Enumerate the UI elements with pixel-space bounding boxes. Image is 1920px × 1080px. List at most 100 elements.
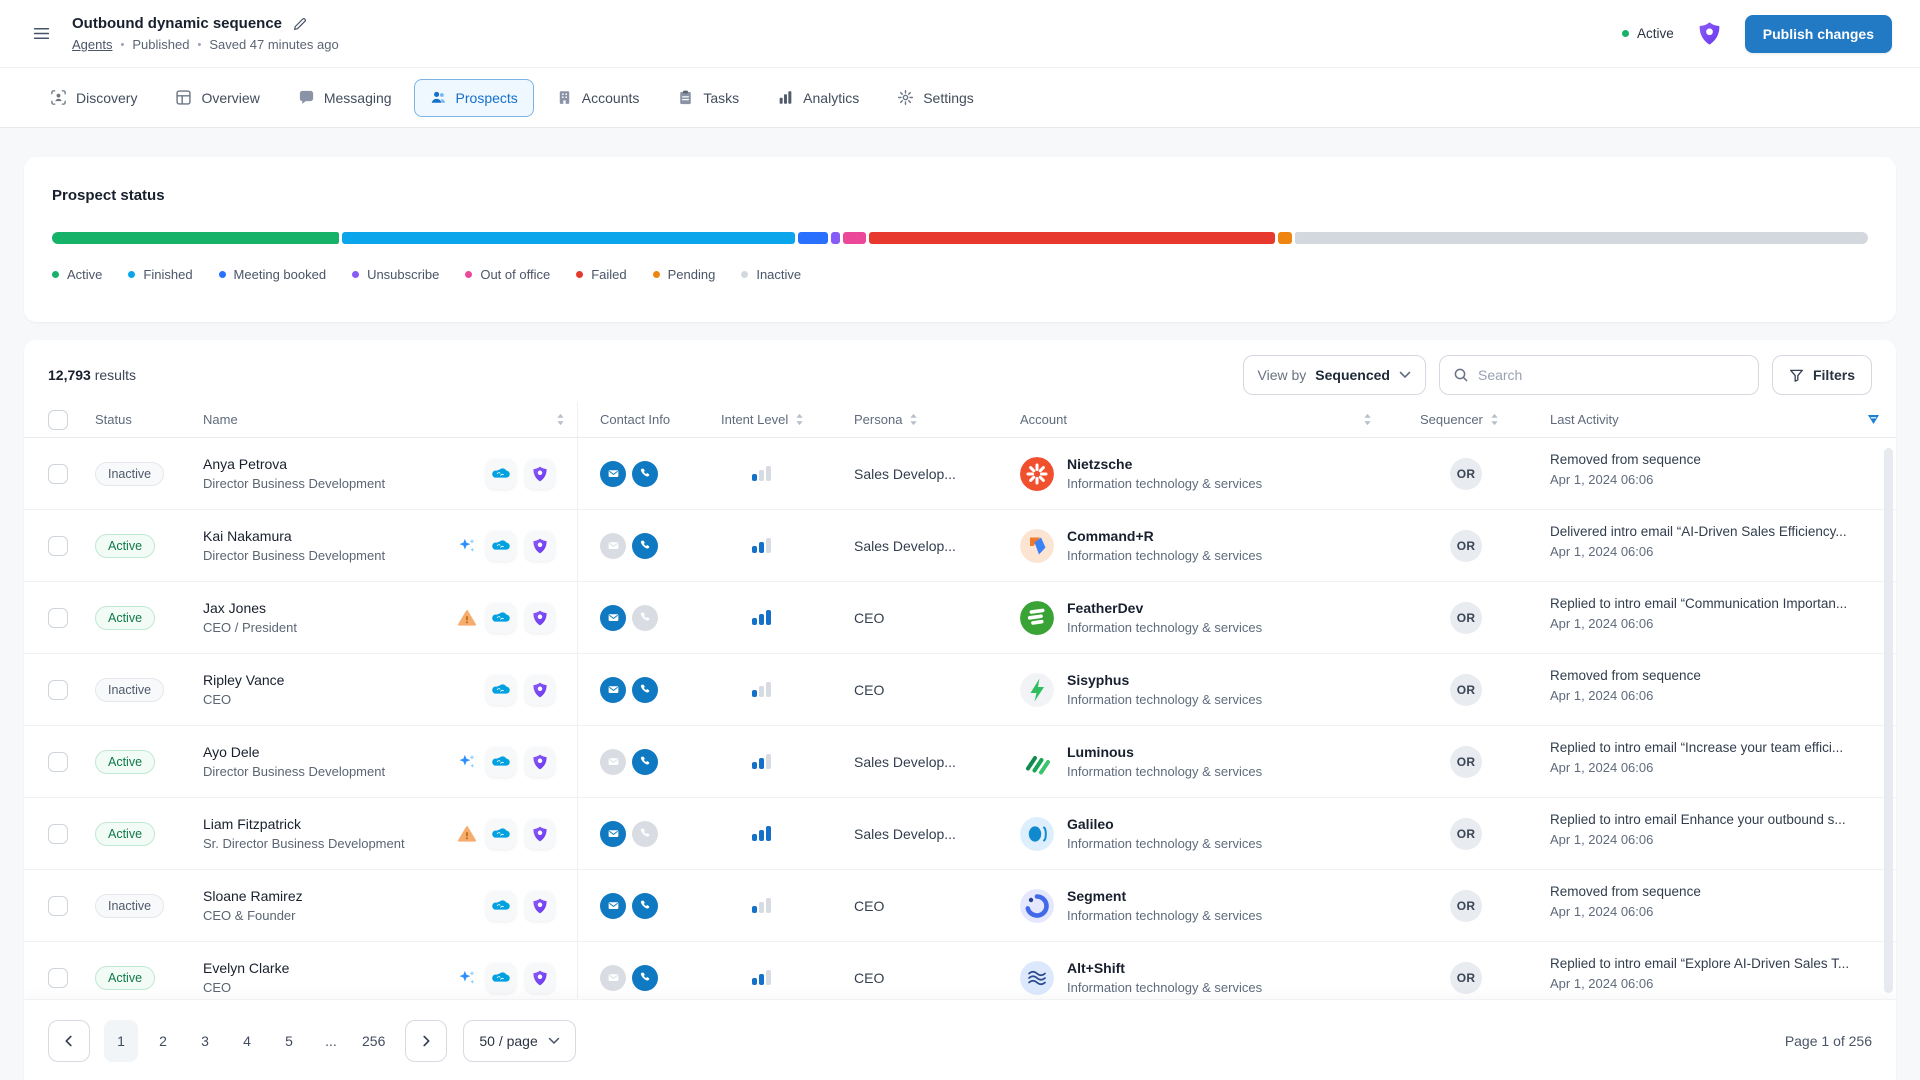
edit-icon[interactable] (292, 16, 308, 32)
shield-icon[interactable] (525, 603, 555, 633)
tab-analytics[interactable]: Analytics (761, 79, 875, 117)
salesforce-icon[interactable] (486, 963, 516, 993)
sort-icon[interactable] (1490, 413, 1499, 426)
page-number-3[interactable]: 3 (188, 1020, 222, 1062)
sequencer-avatar[interactable]: OR (1450, 962, 1482, 994)
shield-badge-icon[interactable] (1696, 20, 1723, 47)
sort-icon[interactable] (909, 413, 918, 426)
page-number-4[interactable]: 4 (230, 1020, 264, 1062)
search-box[interactable] (1439, 355, 1759, 395)
column-header-status[interactable]: Status (80, 402, 172, 437)
page-number-256[interactable]: 256 (356, 1020, 391, 1062)
page-number-2[interactable]: 2 (146, 1020, 180, 1062)
column-header-persona[interactable]: Persona (840, 402, 1014, 437)
shield-icon[interactable] (525, 675, 555, 705)
shield-icon[interactable] (525, 963, 555, 993)
email-icon[interactable] (600, 965, 626, 991)
column-filter-icon[interactable] (1867, 414, 1880, 425)
activity-date: Apr 1, 2024 06:06 (1550, 472, 1870, 487)
phone-icon[interactable] (632, 749, 658, 775)
email-icon[interactable] (600, 749, 626, 775)
sequencer-avatar[interactable]: OR (1450, 674, 1482, 706)
phone-icon[interactable] (632, 605, 658, 631)
table-row[interactable]: Active Jax Jones CEO / President CEO Fea… (24, 582, 1896, 654)
sequencer-avatar[interactable]: OR (1450, 890, 1482, 922)
sequencer-avatar[interactable]: OR (1450, 818, 1482, 850)
sort-icon[interactable] (1363, 413, 1372, 426)
email-icon[interactable] (600, 893, 626, 919)
column-header-last-activity[interactable]: Last Activity (1534, 402, 1896, 437)
shield-icon[interactable] (525, 459, 555, 489)
hamburger-menu-icon[interactable] (24, 17, 58, 51)
column-header-sequencer[interactable]: Sequencer (1414, 402, 1534, 437)
phone-icon[interactable] (632, 893, 658, 919)
phone-icon[interactable] (632, 533, 658, 559)
row-checkbox[interactable] (48, 752, 68, 772)
shield-icon[interactable] (525, 531, 555, 561)
next-page-button[interactable] (405, 1020, 447, 1062)
tab-settings[interactable]: Settings (881, 79, 990, 117)
legend-label: Inactive (756, 267, 801, 282)
sort-icon[interactable] (556, 413, 565, 426)
phone-icon[interactable] (632, 461, 658, 487)
salesforce-icon[interactable] (486, 459, 516, 489)
sequencer-avatar[interactable]: OR (1450, 458, 1482, 490)
salesforce-icon[interactable] (486, 603, 516, 633)
search-input[interactable] (1478, 367, 1745, 383)
tab-tasks[interactable]: Tasks (661, 79, 755, 117)
publish-changes-button[interactable]: Publish changes (1745, 15, 1892, 53)
tab-discovery[interactable]: Discovery (34, 79, 153, 117)
phone-icon[interactable] (632, 965, 658, 991)
view-by-dropdown[interactable]: View by Sequenced (1243, 355, 1426, 395)
email-icon[interactable] (600, 677, 626, 703)
previous-page-button[interactable] (48, 1020, 90, 1062)
column-header-account[interactable]: Account (1014, 402, 1414, 437)
table-row[interactable]: Active Liam Fitzpatrick Sr. Director Bus… (24, 798, 1896, 870)
row-checkbox[interactable] (48, 968, 68, 988)
filters-button[interactable]: Filters (1772, 355, 1872, 395)
table-row[interactable]: Inactive Ripley Vance CEO CEO Sisyphus (24, 654, 1896, 726)
row-checkbox[interactable] (48, 536, 68, 556)
sequencer-avatar[interactable]: OR (1450, 530, 1482, 562)
salesforce-icon[interactable] (486, 675, 516, 705)
tab-accounts[interactable]: Accounts (540, 79, 656, 117)
shield-icon[interactable] (525, 891, 555, 921)
select-all-checkbox[interactable] (48, 410, 68, 430)
salesforce-icon[interactable] (486, 747, 516, 777)
page-number-5[interactable]: 5 (272, 1020, 306, 1062)
sequencer-avatar[interactable]: OR (1450, 602, 1482, 634)
column-header-name[interactable]: Name (172, 402, 578, 437)
column-header-intent-level[interactable]: Intent Level (714, 402, 840, 437)
page-number-1[interactable]: 1 (104, 1020, 138, 1062)
email-icon[interactable] (600, 821, 626, 847)
row-checkbox[interactable] (48, 608, 68, 628)
tab-prospects[interactable]: Prospects (414, 79, 534, 117)
column-header-contact-info[interactable]: Contact Info (578, 402, 714, 437)
salesforce-icon[interactable] (486, 891, 516, 921)
row-checkbox[interactable] (48, 824, 68, 844)
shield-icon[interactable] (525, 819, 555, 849)
email-icon[interactable] (600, 461, 626, 487)
row-checkbox[interactable] (48, 896, 68, 916)
phone-icon[interactable] (632, 821, 658, 847)
table-row[interactable]: Inactive Sloane Ramirez CEO & Founder CE… (24, 870, 1896, 942)
shield-icon[interactable] (525, 747, 555, 777)
salesforce-icon[interactable] (486, 531, 516, 561)
table-row[interactable]: Active Ayo Dele Director Business Develo… (24, 726, 1896, 798)
salesforce-icon[interactable] (486, 819, 516, 849)
sequencer-avatar[interactable]: OR (1450, 746, 1482, 778)
sort-icon[interactable] (795, 413, 804, 426)
table-row[interactable]: Inactive Anya Petrova Director Business … (24, 438, 1896, 510)
table-scrollbar[interactable] (1884, 448, 1893, 993)
email-icon[interactable] (600, 533, 626, 559)
row-checkbox[interactable] (48, 680, 68, 700)
tab-messaging[interactable]: Messaging (282, 79, 408, 117)
prospect-name: Anya Petrova (203, 456, 385, 472)
phone-icon[interactable] (632, 677, 658, 703)
table-row[interactable]: Active Kai Nakamura Director Business De… (24, 510, 1896, 582)
row-checkbox[interactable] (48, 464, 68, 484)
breadcrumb-agents-link[interactable]: Agents (72, 37, 112, 52)
page-size-dropdown[interactable]: 50 / page (463, 1020, 575, 1062)
email-icon[interactable] (600, 605, 626, 631)
tab-overview[interactable]: Overview (159, 79, 275, 117)
